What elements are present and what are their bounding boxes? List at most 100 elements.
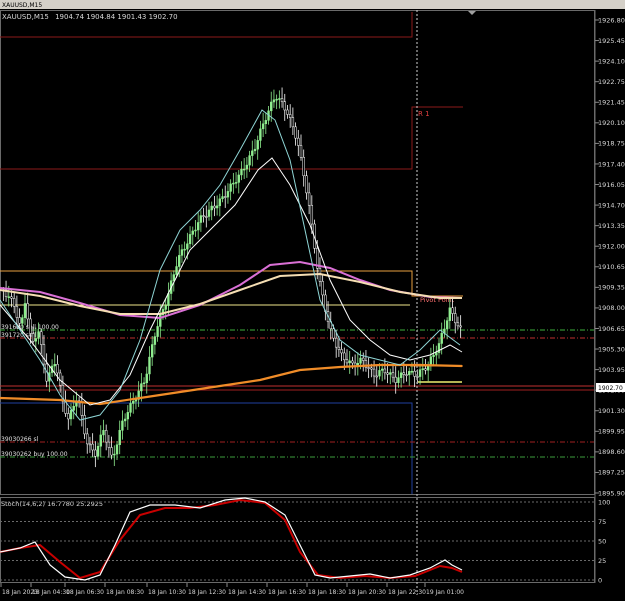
price-tick-label: 1909.35 xyxy=(598,284,625,292)
price-tick-label: 1918.75 xyxy=(598,140,625,148)
candle-body xyxy=(12,298,16,307)
candle-body xyxy=(7,296,10,298)
price-tick-label: 1908.00 xyxy=(598,304,625,312)
candle-body xyxy=(380,368,384,371)
stoch-lines xyxy=(0,497,463,581)
candle-body xyxy=(110,447,113,456)
candle-body xyxy=(104,430,108,443)
candle-body xyxy=(305,175,308,194)
candle-body xyxy=(99,434,102,447)
price-tick-label: 1921.45 xyxy=(598,99,625,107)
candle-body xyxy=(405,374,408,376)
candle-body xyxy=(456,322,460,327)
time-tick-label: 18 Jan 08:30 xyxy=(106,589,144,596)
trading-terminal: XAUUSD,M15 XAUUSD,M15 1904.74 1904.84 19… xyxy=(0,0,625,597)
candle-body xyxy=(164,305,167,310)
time-tick-label: 19 Jan 01:00 xyxy=(426,589,464,596)
candle-body xyxy=(159,314,162,327)
price-tick-label: 1925.45 xyxy=(598,37,625,45)
candle-body xyxy=(10,296,13,299)
candle-body xyxy=(294,126,297,139)
candle-body xyxy=(178,255,181,267)
candle-body xyxy=(256,140,259,150)
price-tick-label: 1926.80 xyxy=(598,16,625,24)
candle-body xyxy=(416,376,419,378)
time-tick-label: 18 Jan 04:30 xyxy=(32,589,70,596)
candle-body xyxy=(40,331,43,345)
pivot-r1-line xyxy=(0,106,463,170)
candle-body xyxy=(297,137,300,146)
candle-body xyxy=(221,196,224,200)
candle-body xyxy=(278,98,281,100)
price-tick-label: 1903.95 xyxy=(598,366,625,374)
order-label-buy: 39030262 buy 100.00 xyxy=(1,451,68,458)
candle-body xyxy=(413,370,416,377)
stoch-tick-label: 0 xyxy=(598,576,602,584)
candle-body xyxy=(286,109,289,115)
candle-body xyxy=(454,313,457,324)
candle-body xyxy=(343,352,346,361)
candle-body xyxy=(272,99,276,103)
candle-body xyxy=(432,354,435,357)
candle-body xyxy=(440,333,443,344)
chart-shift-marker[interactable] xyxy=(468,11,476,15)
candle-body xyxy=(391,372,395,378)
stoch-label: Stoch(14,6,2) 16.7780 25.2925 xyxy=(1,500,103,508)
stoch-tick-label: 75 xyxy=(598,518,606,526)
candle-body xyxy=(86,433,89,445)
candle-body xyxy=(126,412,130,420)
candle-body xyxy=(245,164,249,170)
price-tick-label: 1895.90 xyxy=(598,489,625,497)
candle-body xyxy=(299,145,303,158)
candle-body xyxy=(283,101,286,111)
candle-body xyxy=(229,183,232,192)
time-tick-label: 18 Jan 22:30 xyxy=(388,589,426,596)
candle-body xyxy=(142,382,146,385)
candle-body xyxy=(332,328,335,339)
candle-body xyxy=(370,367,373,370)
candle-body xyxy=(29,318,32,334)
candle-body xyxy=(399,372,403,378)
candle-body xyxy=(394,376,397,383)
ohlc-values: 1904.74 1904.84 1901.43 1902.70 xyxy=(55,13,177,21)
candle-body xyxy=(207,209,211,217)
candle-body xyxy=(334,337,338,348)
price-tick-label: 1924.10 xyxy=(598,57,625,65)
candle-body xyxy=(188,234,192,245)
order-label-sl: 39030266 sl xyxy=(1,436,39,443)
candle-body xyxy=(367,367,370,369)
candle-body xyxy=(402,372,406,375)
price-tick-label: 1913.35 xyxy=(598,222,625,230)
candle-body xyxy=(351,360,354,364)
time-tick-label: 18 Jan 12:30 xyxy=(188,589,226,596)
pivot-s1-line xyxy=(0,402,413,494)
candle-body xyxy=(34,338,38,342)
candle-body xyxy=(251,150,254,156)
candle-body xyxy=(280,98,284,103)
current-price-value: 1902.70 xyxy=(598,385,623,392)
price-tick-label: 1920.10 xyxy=(598,119,625,127)
candle-body xyxy=(196,222,200,231)
candle-body xyxy=(386,372,389,375)
candle-body xyxy=(156,326,159,337)
stoch-tick-label: 100 xyxy=(598,498,610,506)
candle-body xyxy=(107,441,111,448)
candle-body xyxy=(18,317,21,324)
price-tick-label: 1922.75 xyxy=(598,78,625,86)
main-chart-frame xyxy=(0,10,595,495)
candle-body xyxy=(69,410,73,420)
ma-wheat-line xyxy=(0,272,462,315)
time-tick-label: 18 Jan 06:30 xyxy=(66,589,104,596)
candle-body xyxy=(321,281,324,296)
candle-body xyxy=(37,331,40,339)
time-tick-label: 18 Jan 20:30 xyxy=(348,589,386,596)
candle-body xyxy=(115,444,119,455)
candle-body xyxy=(226,191,230,198)
candle-body xyxy=(372,368,376,377)
candle-body xyxy=(389,372,392,375)
price-chart[interactable]: XAUUSD,M15 XAUUSD,M15 1904.74 1904.84 19… xyxy=(0,0,625,597)
candle-body xyxy=(253,148,257,152)
stoch-signal-line xyxy=(0,498,463,580)
candle-body xyxy=(199,215,203,223)
candle-body xyxy=(337,346,341,350)
